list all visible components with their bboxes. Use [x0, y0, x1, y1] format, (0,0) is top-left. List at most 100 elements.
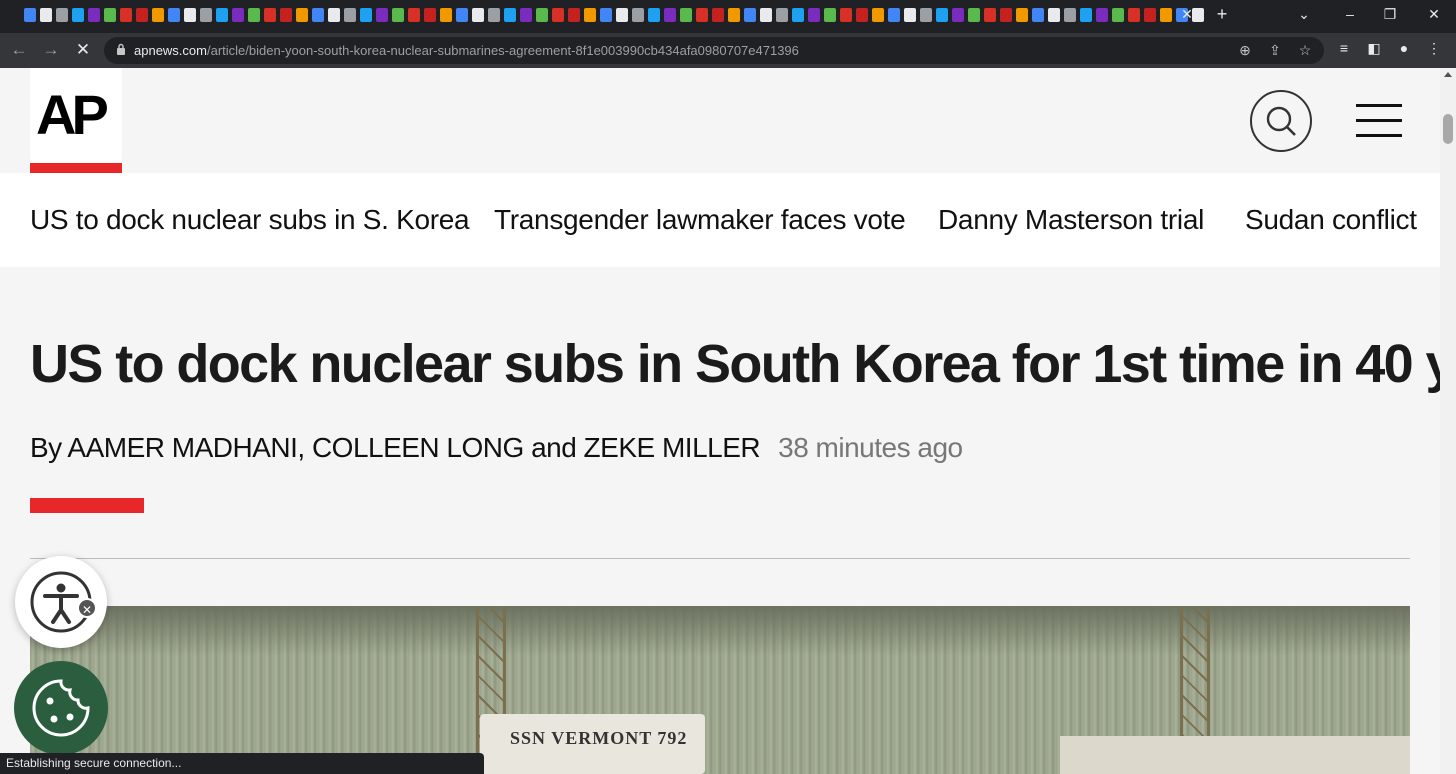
back-icon[interactable]: ←	[8, 40, 30, 60]
tab-favicon-icon[interactable]	[88, 8, 100, 22]
tab-favicon-icon[interactable]	[408, 8, 420, 22]
tab-favicon-icon[interactable]	[808, 8, 820, 22]
nav-link-sudan-conflict[interactable]: Sudan conflict	[1245, 204, 1417, 236]
tab-favicon-icon[interactable]	[1048, 8, 1060, 22]
tab-favicon-icon[interactable]	[120, 8, 132, 22]
tab-favicon-icon[interactable]	[648, 8, 660, 22]
tab-favicon-icon[interactable]	[1096, 8, 1108, 22]
tab-favicon-icon[interactable]	[952, 8, 964, 22]
tab-favicon-icon[interactable]	[1080, 8, 1092, 22]
tab-favicon-icon[interactable]	[216, 8, 228, 22]
scroll-thumb[interactable]	[1443, 114, 1453, 144]
tab-strip[interactable]	[24, 8, 1204, 22]
tab-favicon-icon[interactable]	[536, 8, 548, 22]
close-window-icon[interactable]: ✕	[1424, 6, 1444, 23]
tab-favicon-icon[interactable]	[296, 8, 308, 22]
tab-favicon-icon[interactable]	[776, 8, 788, 22]
page-scrollbar[interactable]	[1440, 68, 1456, 774]
tab-favicon-icon[interactable]	[328, 8, 340, 22]
tab-favicon-icon[interactable]	[312, 8, 324, 22]
tab-favicon-icon[interactable]	[24, 8, 36, 22]
tab-favicon-icon[interactable]	[584, 8, 596, 22]
ap-logo[interactable]: AP	[30, 68, 122, 173]
tab-favicon-icon[interactable]	[744, 8, 756, 22]
tab-favicon-icon[interactable]	[264, 8, 276, 22]
tab-favicon-icon[interactable]	[1112, 8, 1124, 22]
nav-link-danny-masterson[interactable]: Danny Masterson trial	[938, 204, 1204, 236]
tab-favicon-icon[interactable]	[600, 8, 612, 22]
menu-button[interactable]	[1356, 104, 1402, 138]
tab-favicon-icon[interactable]	[552, 8, 564, 22]
forward-icon[interactable]: →	[40, 40, 62, 60]
lock-icon[interactable]	[116, 43, 126, 56]
tab-favicon-icon[interactable]	[792, 8, 804, 22]
tab-favicon-icon[interactable]	[1032, 8, 1044, 22]
tab-favicon-icon[interactable]	[184, 8, 196, 22]
share-icon[interactable]: ⇪	[1266, 42, 1284, 59]
tab-favicon-icon[interactable]	[456, 8, 468, 22]
tab-favicon-icon[interactable]	[136, 8, 148, 22]
tab-favicon-icon[interactable]	[760, 8, 772, 22]
bookmark-star-icon[interactable]: ☆	[1296, 42, 1314, 59]
tab-favicon-icon[interactable]	[168, 8, 180, 22]
tab-favicon-icon[interactable]	[872, 8, 884, 22]
restore-icon[interactable]: ❐	[1380, 6, 1400, 23]
tab-favicon-icon[interactable]	[280, 8, 292, 22]
minimize-icon[interactable]: –	[1340, 6, 1360, 22]
tab-favicon-icon[interactable]	[968, 8, 980, 22]
tab-search-icon[interactable]: ⌄	[1294, 6, 1314, 23]
tab-favicon-icon[interactable]	[888, 8, 900, 22]
tab-favicon-icon[interactable]	[936, 8, 948, 22]
tab-close-icon[interactable]: ✕	[1178, 6, 1196, 23]
tab-favicon-icon[interactable]	[248, 8, 260, 22]
tab-favicon-icon[interactable]	[616, 8, 628, 22]
url-text[interactable]: apnews.com/article/biden-yoon-south-kore…	[134, 43, 799, 58]
accessibility-button[interactable]: ✕	[15, 556, 107, 648]
tab-favicon-icon[interactable]	[1016, 8, 1028, 22]
tab-favicon-icon[interactable]	[56, 8, 68, 22]
tab-favicon-icon[interactable]	[856, 8, 868, 22]
cookie-settings-button[interactable]	[14, 661, 108, 755]
tab-favicon-icon[interactable]	[696, 8, 708, 22]
nav-link-nuclear-subs[interactable]: US to dock nuclear subs in S. Korea	[30, 204, 470, 236]
tab-favicon-icon[interactable]	[472, 8, 484, 22]
tab-favicon-icon[interactable]	[104, 8, 116, 22]
tab-favicon-icon[interactable]	[488, 8, 500, 22]
new-tab-icon[interactable]: +	[1212, 4, 1232, 25]
tab-favicon-icon[interactable]	[360, 8, 372, 22]
search-button[interactable]	[1250, 90, 1312, 152]
side-panel-icon[interactable]: ◧	[1364, 40, 1384, 57]
tab-favicon-icon[interactable]	[728, 8, 740, 22]
article-lead-photo[interactable]: SSN VERMONT 792	[30, 606, 1410, 774]
tab-favicon-icon[interactable]	[1160, 8, 1172, 22]
tab-favicon-icon[interactable]	[200, 8, 212, 22]
tab-favicon-icon[interactable]	[1128, 8, 1140, 22]
tab-favicon-icon[interactable]	[232, 8, 244, 22]
reading-list-icon[interactable]: ≡	[1334, 40, 1354, 56]
profile-avatar-icon[interactable]: ●	[1394, 40, 1414, 56]
tab-favicon-icon[interactable]	[568, 8, 580, 22]
nav-link-transgender-lawmaker[interactable]: Transgender lawmaker faces vote	[494, 204, 906, 236]
tab-favicon-icon[interactable]	[920, 8, 932, 22]
address-bar[interactable]: apnews.com/article/biden-yoon-south-kore…	[104, 37, 1324, 64]
tab-favicon-icon[interactable]	[840, 8, 852, 22]
tab-favicon-icon[interactable]	[824, 8, 836, 22]
tab-favicon-icon[interactable]	[680, 8, 692, 22]
tab-favicon-icon[interactable]	[1064, 8, 1076, 22]
tab-favicon-icon[interactable]	[632, 8, 644, 22]
tab-favicon-icon[interactable]	[152, 8, 164, 22]
tab-favicon-icon[interactable]	[712, 8, 724, 22]
tab-favicon-icon[interactable]	[520, 8, 532, 22]
byline-authors[interactable]: By AAMER MADHANI, COLLEEN LONG and ZEKE …	[30, 432, 761, 463]
scroll-up-arrow-icon[interactable]	[1444, 72, 1452, 77]
tab-favicon-icon[interactable]	[504, 8, 516, 22]
tab-favicon-icon[interactable]	[392, 8, 404, 22]
tab-favicon-icon[interactable]	[904, 8, 916, 22]
stop-loading-icon[interactable]: ✕	[72, 40, 94, 60]
tab-favicon-icon[interactable]	[72, 8, 84, 22]
zoom-icon[interactable]: ⊕	[1236, 42, 1254, 59]
tab-favicon-icon[interactable]	[40, 8, 52, 22]
browser-menu-icon[interactable]: ⋮	[1424, 40, 1444, 57]
tab-favicon-icon[interactable]	[440, 8, 452, 22]
tab-favicon-icon[interactable]	[1144, 8, 1156, 22]
